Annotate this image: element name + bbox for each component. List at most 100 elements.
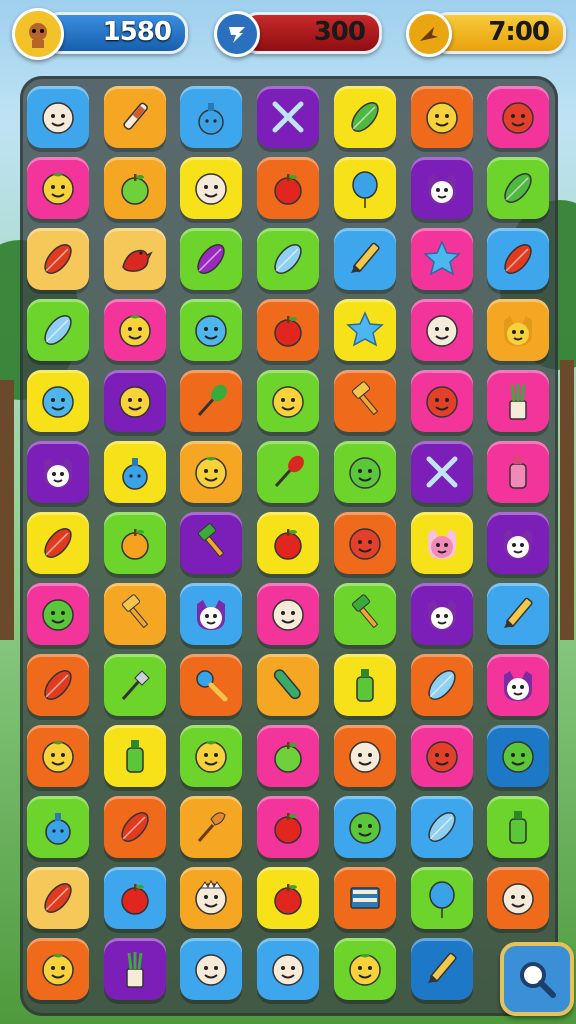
tile[interactable] bbox=[103, 228, 166, 290]
tile[interactable] bbox=[257, 512, 320, 574]
tile[interactable] bbox=[333, 512, 396, 574]
tile[interactable] bbox=[410, 512, 473, 574]
tile[interactable] bbox=[27, 299, 89, 361]
tile[interactable] bbox=[27, 512, 89, 574]
tile[interactable] bbox=[180, 583, 243, 645]
tile[interactable] bbox=[487, 725, 550, 787]
tile[interactable] bbox=[333, 867, 396, 929]
tile[interactable] bbox=[410, 441, 473, 503]
tile[interactable] bbox=[410, 583, 473, 645]
tile[interactable] bbox=[410, 370, 473, 432]
tile[interactable] bbox=[410, 938, 473, 1000]
tile[interactable] bbox=[27, 867, 89, 929]
tile[interactable] bbox=[487, 228, 550, 290]
tile[interactable] bbox=[410, 725, 473, 787]
tile[interactable] bbox=[487, 796, 550, 858]
tile[interactable] bbox=[180, 370, 243, 432]
tile[interactable] bbox=[487, 583, 550, 645]
tile[interactable] bbox=[103, 299, 166, 361]
tile[interactable] bbox=[103, 441, 166, 503]
tile[interactable] bbox=[410, 86, 473, 148]
face-blue-icon bbox=[42, 386, 74, 418]
tile[interactable] bbox=[487, 441, 550, 503]
tile[interactable] bbox=[487, 512, 550, 574]
tile[interactable] bbox=[103, 583, 166, 645]
tile[interactable] bbox=[27, 441, 89, 503]
tile[interactable] bbox=[410, 867, 473, 929]
tile[interactable] bbox=[27, 938, 89, 1000]
tile[interactable] bbox=[103, 370, 166, 432]
tile[interactable] bbox=[487, 299, 550, 361]
tile[interactable] bbox=[410, 796, 473, 858]
tile[interactable] bbox=[333, 938, 396, 1000]
tile[interactable] bbox=[180, 725, 243, 787]
tile[interactable] bbox=[27, 157, 89, 219]
cat-pink-icon bbox=[427, 529, 456, 559]
tile[interactable] bbox=[103, 157, 166, 219]
tile[interactable] bbox=[180, 654, 243, 716]
tile[interactable] bbox=[103, 867, 166, 929]
tile[interactable] bbox=[103, 512, 166, 574]
tile[interactable] bbox=[103, 796, 166, 858]
tile[interactable] bbox=[410, 157, 473, 219]
tile[interactable] bbox=[257, 583, 320, 645]
tile[interactable] bbox=[257, 441, 320, 503]
tile[interactable] bbox=[27, 370, 89, 432]
tile[interactable] bbox=[257, 654, 320, 716]
tile[interactable] bbox=[487, 86, 550, 148]
tile[interactable] bbox=[103, 725, 166, 787]
tile[interactable] bbox=[180, 867, 243, 929]
tile[interactable] bbox=[487, 867, 550, 929]
tile[interactable] bbox=[180, 299, 243, 361]
tile[interactable] bbox=[333, 228, 396, 290]
tile[interactable] bbox=[27, 228, 89, 290]
tile[interactable] bbox=[103, 938, 166, 1000]
cat-white-icon bbox=[427, 174, 456, 204]
tile[interactable] bbox=[333, 441, 396, 503]
tile[interactable] bbox=[180, 796, 243, 858]
tile[interactable] bbox=[180, 228, 243, 290]
tile[interactable] bbox=[27, 86, 89, 148]
coins-value: 1580 bbox=[102, 17, 172, 47]
tile[interactable] bbox=[257, 228, 320, 290]
tile[interactable] bbox=[333, 157, 396, 219]
leaf-red-icon bbox=[504, 244, 532, 274]
tile[interactable] bbox=[410, 299, 473, 361]
tile[interactable] bbox=[333, 370, 396, 432]
arrow-icon bbox=[406, 11, 452, 57]
tile[interactable] bbox=[333, 583, 396, 645]
tile[interactable] bbox=[333, 796, 396, 858]
tile[interactable] bbox=[257, 938, 320, 1000]
search-button[interactable] bbox=[500, 942, 574, 1016]
tile[interactable] bbox=[103, 654, 166, 716]
tile[interactable] bbox=[333, 725, 396, 787]
tile[interactable] bbox=[257, 796, 320, 858]
tile[interactable] bbox=[257, 157, 320, 219]
tile[interactable] bbox=[410, 654, 473, 716]
tile[interactable] bbox=[180, 441, 243, 503]
tile[interactable] bbox=[180, 938, 243, 1000]
brush-cup-icon bbox=[125, 952, 144, 988]
tile[interactable] bbox=[333, 299, 396, 361]
tile[interactable] bbox=[257, 725, 320, 787]
tile[interactable] bbox=[103, 86, 166, 148]
tile[interactable] bbox=[410, 228, 473, 290]
tile[interactable] bbox=[333, 86, 396, 148]
tile[interactable] bbox=[487, 654, 550, 716]
tile[interactable] bbox=[487, 370, 550, 432]
tile[interactable] bbox=[180, 512, 243, 574]
tile[interactable] bbox=[257, 867, 320, 929]
tile[interactable] bbox=[487, 157, 550, 219]
tile[interactable] bbox=[27, 583, 89, 645]
tile[interactable] bbox=[257, 370, 320, 432]
hud-gems: 300 bbox=[214, 8, 384, 57]
tile[interactable] bbox=[333, 654, 396, 716]
tile[interactable] bbox=[27, 796, 89, 858]
tile[interactable] bbox=[180, 86, 243, 148]
tile[interactable] bbox=[180, 157, 243, 219]
tile[interactable] bbox=[27, 654, 89, 716]
tile[interactable] bbox=[257, 299, 320, 361]
tile[interactable] bbox=[27, 725, 89, 787]
apple-green-icon bbox=[120, 174, 149, 205]
tile[interactable] bbox=[257, 86, 320, 148]
